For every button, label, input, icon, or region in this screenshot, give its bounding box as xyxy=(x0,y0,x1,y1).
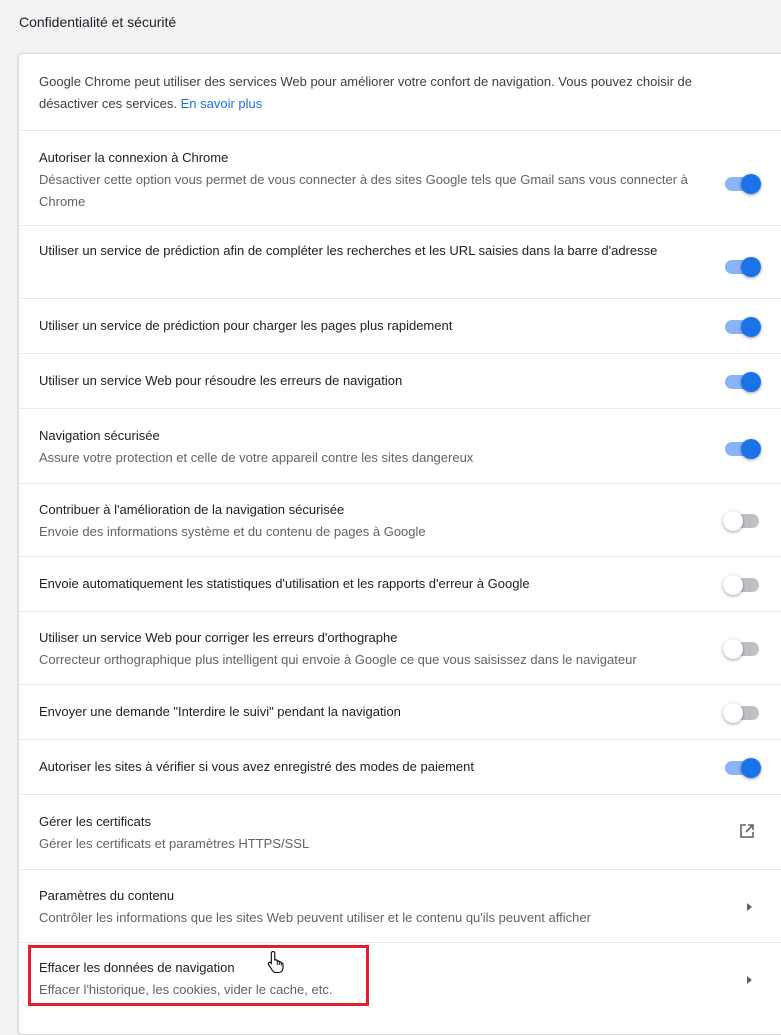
toggle-preload-pages[interactable] xyxy=(725,317,761,337)
intro-description: Google Chrome peut utiliser des services… xyxy=(39,74,692,111)
setting-row-navigation-errors[interactable]: Utiliser un service Web pour résoudre le… xyxy=(19,353,781,408)
privacy-security-card: Google Chrome peut utiliser des services… xyxy=(18,53,781,1035)
toggle-knob xyxy=(741,372,761,392)
toggle-knob xyxy=(723,575,743,595)
manage-certificates-row[interactable]: Gérer les certificats Gérer les certific… xyxy=(19,794,781,869)
toggle-knob xyxy=(723,703,743,723)
setting-title: Autoriser la connexion à Chrome xyxy=(39,150,229,165)
intro-text: Google Chrome peut utiliser des services… xyxy=(39,71,744,115)
toggle-knob xyxy=(741,317,761,337)
clear-browsing-data-row[interactable]: Effacer les données de navigation Efface… xyxy=(19,942,781,1022)
setting-row-search-prediction[interactable]: Utiliser un service de prédiction afin d… xyxy=(19,225,781,298)
setting-subtitle: Envoie des informations système et du co… xyxy=(39,524,426,539)
setting-subtitle: Contrôler les informations que les sites… xyxy=(39,910,591,925)
toggle-knob xyxy=(741,439,761,459)
open-in-new-icon[interactable] xyxy=(739,823,755,839)
chevron-right-icon[interactable] xyxy=(747,903,752,911)
setting-row-allow-chrome-signin[interactable]: Autoriser la connexion à Chrome Désactiv… xyxy=(19,130,781,225)
setting-subtitle: Gérer les certificats et paramètres HTTP… xyxy=(39,836,310,851)
setting-title: Navigation sécurisée xyxy=(39,428,160,443)
setting-row-preload-pages[interactable]: Utiliser un service de prédiction pour c… xyxy=(19,298,781,353)
toggle-safe-browsing[interactable] xyxy=(725,439,761,459)
toggle-do-not-track[interactable] xyxy=(723,703,759,723)
setting-title: Effacer les données de navigation xyxy=(39,960,235,975)
setting-title: Envoie automatiquement les statistiques … xyxy=(39,576,530,591)
setting-title: Gérer les certificats xyxy=(39,814,151,829)
setting-title: Utiliser un service de prédiction pour c… xyxy=(39,318,453,333)
setting-row-safe-browsing[interactable]: Navigation sécurisée Assure votre protec… xyxy=(19,408,781,483)
chevron-right-icon[interactable] xyxy=(747,976,752,984)
toggle-knob xyxy=(741,758,761,778)
setting-subtitle: Désactiver cette option vous permet de v… xyxy=(39,172,688,209)
hand-cursor-icon xyxy=(267,950,284,974)
toggle-search-prediction[interactable] xyxy=(725,257,761,277)
intro-row: Google Chrome peut utiliser des services… xyxy=(19,54,781,130)
content-settings-row[interactable]: Paramètres du contenu Contrôler les info… xyxy=(19,869,781,942)
toggle-spellcheck[interactable] xyxy=(723,639,759,659)
setting-title: Autoriser les sites à vérifier si vous a… xyxy=(39,759,474,774)
setting-title: Contribuer à l'amélioration de la naviga… xyxy=(39,502,345,517)
toggle-improve-safe-browsing[interactable] xyxy=(723,511,759,531)
toggle-knob xyxy=(741,257,761,277)
setting-row-do-not-track[interactable]: Envoyer une demande "Interdire le suivi"… xyxy=(19,684,781,739)
toggle-usage-statistics[interactable] xyxy=(723,575,759,595)
toggle-navigation-errors[interactable] xyxy=(725,372,761,392)
learn-more-link[interactable]: En savoir plus xyxy=(181,96,263,111)
setting-title: Utiliser un service Web pour corriger le… xyxy=(39,630,398,645)
toggle-knob xyxy=(741,174,761,194)
setting-row-improve-safe-browsing[interactable]: Contribuer à l'amélioration de la naviga… xyxy=(19,483,781,556)
setting-title: Paramètres du contenu xyxy=(39,888,175,903)
setting-title: Utiliser un service Web pour résoudre le… xyxy=(39,373,403,388)
setting-row-spellcheck[interactable]: Utiliser un service Web pour corriger le… xyxy=(19,611,781,684)
section-title: Confidentialité et sécurité xyxy=(19,14,177,30)
toggle-knob xyxy=(723,639,743,659)
toggle-payment-methods[interactable] xyxy=(725,758,761,778)
setting-subtitle: Effacer l'historique, les cookies, vider… xyxy=(39,982,333,997)
toggle-allow-chrome-signin[interactable] xyxy=(725,174,761,194)
setting-row-payment-methods[interactable]: Autoriser les sites à vérifier si vous a… xyxy=(19,739,781,794)
setting-row-usage-statistics[interactable]: Envoie automatiquement les statistiques … xyxy=(19,556,781,611)
setting-title: Utiliser un service de prédiction afin d… xyxy=(39,243,658,258)
setting-title: Envoyer une demande "Interdire le suivi"… xyxy=(39,704,401,719)
setting-subtitle: Correcteur orthographique plus intellige… xyxy=(39,652,637,667)
toggle-knob xyxy=(723,511,743,531)
setting-subtitle: Assure votre protection et celle de votr… xyxy=(39,450,474,465)
